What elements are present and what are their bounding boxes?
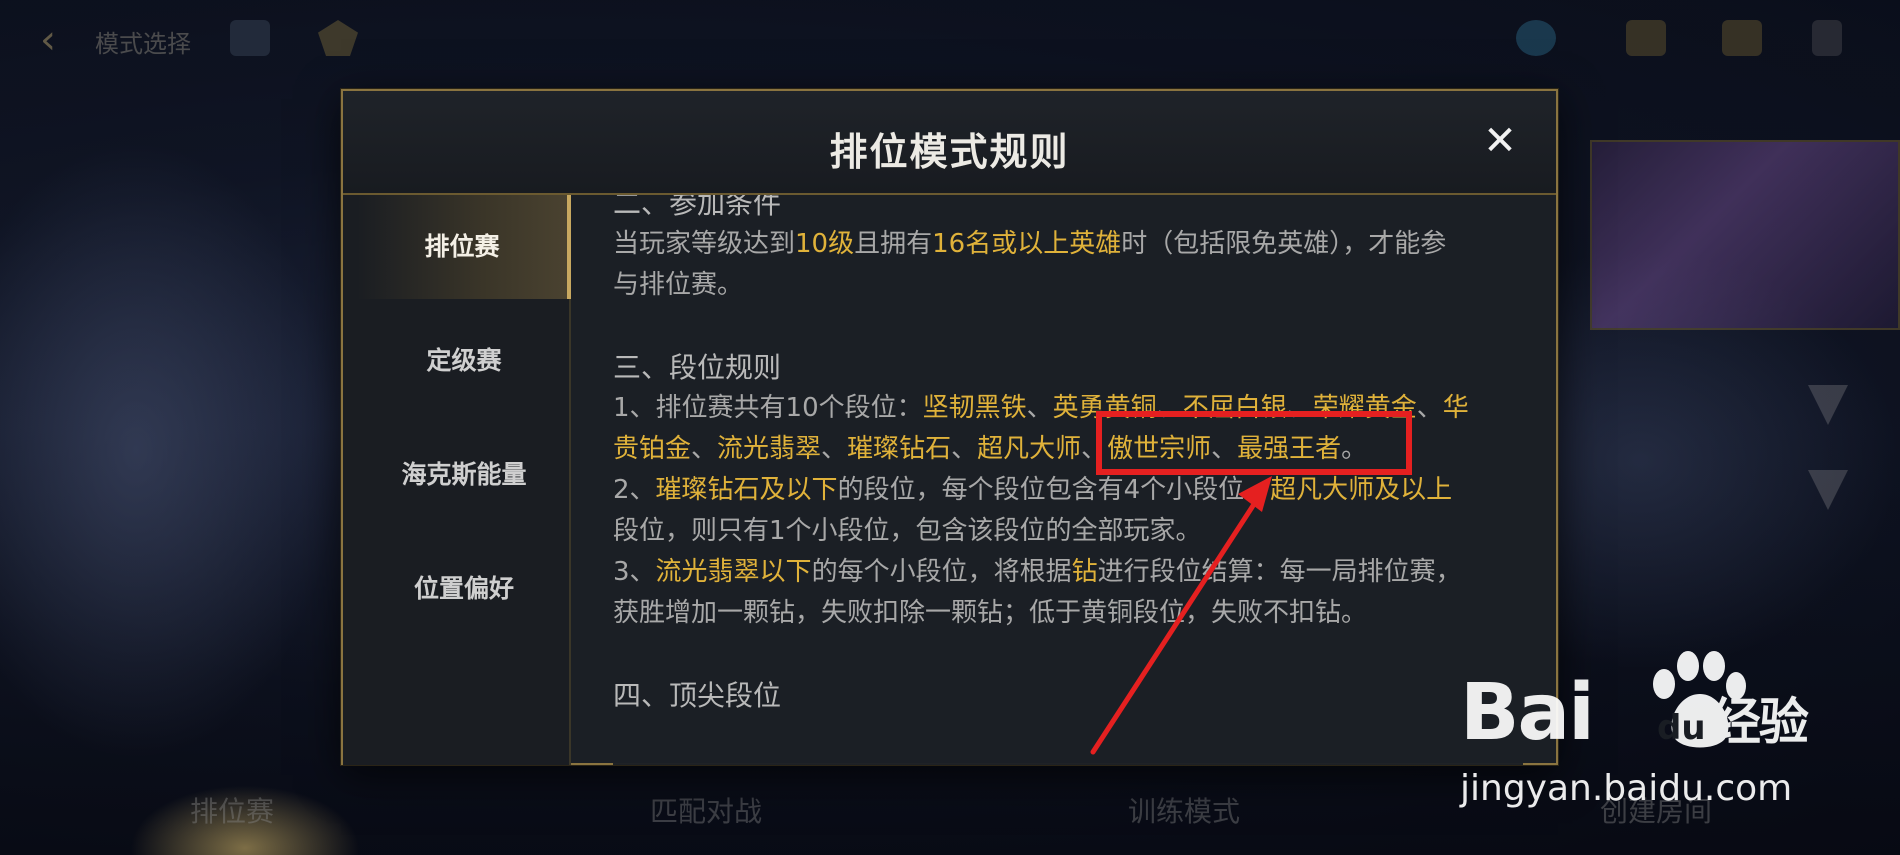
modal-title: 排位模式规则 — [829, 130, 1070, 174]
section-heading-top-tiers: 四、顶尖段位 — [613, 679, 782, 712]
mode-select-title: 模式选择 — [95, 30, 191, 58]
logo-text-bai: Bai — [1460, 668, 1595, 758]
text-run: 与排位赛。 — [613, 270, 744, 300]
tab-hextech-energy[interactable]: 海克斯能量 — [357, 423, 571, 527]
rules-content[interactable]: 二、参加条件 当玩家等级达到10级且拥有16名或以上英雄时（包括限免英雄），才能… — [613, 195, 1523, 765]
close-icon[interactable]: ✕ — [1480, 121, 1520, 161]
text-run: 2、 — [613, 475, 656, 505]
mode-preview-card — [1590, 140, 1900, 330]
tier-rule-3: 3、流光翡翠以下的每个小段位，将根据钻进行段位结算：每一局排位赛， 获胜增加一颗钻… — [613, 552, 1523, 634]
highlight-master-above: 超凡大师及以上 — [1270, 475, 1453, 505]
highlight-emerald-below: 流光翡翠以下 — [655, 557, 812, 587]
section-heading-eligibility: 二、参加条件 — [613, 195, 782, 220]
highlight-diamond-token: 钻 — [1071, 557, 1098, 587]
logo-text-jingyan: 经验 — [1710, 693, 1809, 751]
chat-icon[interactable] — [230, 20, 270, 56]
text-run: 且拥有 — [854, 229, 933, 259]
text-run: 获胜增加一颗钻，失败扣除一颗钻；低于黄铜段位，失败不扣钻。 — [613, 598, 1368, 628]
scroll-fade — [613, 725, 1523, 765]
mail-icon[interactable] — [1722, 20, 1762, 56]
baidu-logo: Bai 经验 — [1460, 668, 1809, 758]
rank-emblem-icon[interactable] — [318, 20, 358, 56]
tier-platinum-part1: 华 — [1442, 393, 1469, 423]
rules-sidebar: 排位赛 定级赛 海克斯能量 位置偏好 — [343, 195, 571, 765]
tier-emerald: 流光翡翠 — [717, 434, 822, 464]
watermark-url: jingyan.baidu.com — [1460, 768, 1793, 809]
globe-icon[interactable] — [1516, 20, 1556, 56]
section-heading-tier-rules: 三、段位规则 — [613, 351, 782, 384]
text-run: 当玩家等级达到 — [613, 229, 796, 259]
baidu-jingyan-watermark: Bai 经验 du jingyan.baidu.com — [1460, 650, 1880, 820]
bottom-tab-ranked[interactable]: 排位赛 — [190, 790, 274, 830]
bottom-tab-training[interactable]: 训练模式 — [1128, 790, 1240, 830]
tab-placement[interactable]: 定级赛 — [357, 309, 571, 413]
separator: 、 — [1416, 393, 1443, 423]
separator: 、 — [951, 434, 978, 464]
tier-master: 超凡大师 — [977, 434, 1082, 464]
logo-text-du: du — [1657, 708, 1706, 748]
eligibility-paragraph: 当玩家等级达到10级且拥有16名或以上英雄时（包括限免英雄），才能参与排位赛。 — [613, 224, 1523, 306]
text-run: 进行段位结算：每一局排位赛， — [1097, 557, 1462, 587]
annotation-highlight-box — [1096, 411, 1412, 475]
tier-diamond: 璀璨钻石 — [847, 434, 952, 464]
tab-ranked[interactable]: 排位赛 — [357, 195, 571, 299]
text-run: 的段位，每个段位包含有4个小段位。 — [837, 475, 1271, 505]
tier-iron: 坚韧黑铁 — [922, 393, 1027, 423]
text-run: 的每个小段位，将根据 — [811, 557, 1072, 587]
back-arrow-icon[interactable]: ‹ — [40, 18, 84, 62]
highlight-level: 10级 — [795, 229, 855, 259]
text-run: 3、 — [613, 557, 656, 587]
modal-header: 排位模式规则 ✕ — [343, 91, 1556, 195]
shop-icon[interactable] — [1626, 20, 1666, 56]
tier-platinum-part2: 贵铂金 — [613, 434, 692, 464]
menu-icon[interactable] — [1812, 20, 1842, 56]
highlight-diamond-below: 璀璨钻石及以下 — [655, 475, 838, 505]
bottom-tab-match[interactable]: 匹配对战 — [650, 790, 762, 830]
separator: 、 — [821, 434, 848, 464]
text-run: 时（包括限免英雄），才能参 — [1121, 229, 1447, 259]
background-art-left — [0, 140, 340, 760]
tier-rule-2: 2、璀璨钻石及以下的段位，每个段位包含有4个小段位。超凡大师及以上段位，则只有1… — [613, 470, 1523, 552]
separator: 、 — [691, 434, 718, 464]
text-run: 1、排位赛共有10个段位： — [613, 393, 923, 423]
tab-position-preference[interactable]: 位置偏好 — [357, 537, 571, 641]
top-bar: ‹ 模式选择 — [0, 0, 1900, 80]
separator: 、 — [1026, 393, 1053, 423]
text-run: 段位，则只有1个小段位，包含该段位的全部玩家。 — [613, 516, 1202, 546]
highlight-hero-count: 16名或以上英雄 — [932, 229, 1122, 259]
